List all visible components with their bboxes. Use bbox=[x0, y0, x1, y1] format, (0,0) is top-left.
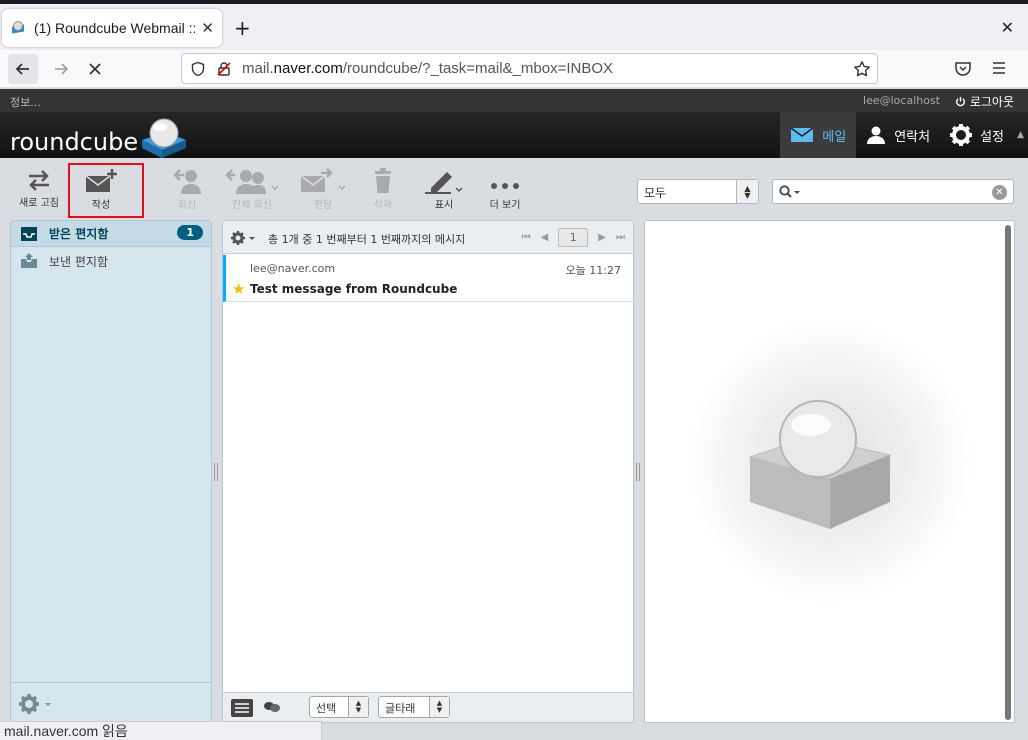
logout-button[interactable]: 로그아웃 bbox=[955, 93, 1014, 110]
next-page-icon[interactable]: ▶ bbox=[598, 232, 606, 243]
forward-arrow-icon bbox=[55, 63, 69, 75]
thread-menu[interactable]: 글타래 ▲ ▼ bbox=[378, 696, 450, 718]
header-collapse-icon[interactable]: ▲ bbox=[1017, 130, 1024, 140]
search-clear-icon[interactable]: ✕ bbox=[992, 185, 1007, 200]
forward-button[interactable] bbox=[46, 54, 76, 84]
message-subject: Test message from Roundcube bbox=[250, 282, 458, 296]
task-mail-button[interactable]: 메일 bbox=[780, 112, 857, 158]
delete-button[interactable]: 삭제 bbox=[366, 168, 400, 211]
forward-mail-button[interactable]: 전달 bbox=[298, 168, 348, 211]
browser-status-bar: mail.naver.com 읽음 bbox=[0, 721, 322, 740]
message-from: lee@naver.com bbox=[250, 262, 336, 275]
roundcube-favicon-icon bbox=[12, 21, 24, 34]
back-arrow-icon bbox=[15, 63, 29, 75]
thread-view-icon[interactable] bbox=[263, 700, 281, 717]
page-number-input[interactable]: 1 bbox=[558, 228, 589, 247]
list-splitter[interactable] bbox=[636, 463, 640, 481]
settings-icon bbox=[950, 124, 973, 146]
select-arrows-icon: ▲ ▼ bbox=[429, 697, 449, 717]
list-view-icon[interactable] bbox=[231, 699, 253, 720]
compose-highlight-box bbox=[68, 163, 144, 218]
folder-panel: 받은 편지함 1 보낸 편지함 bbox=[10, 220, 212, 723]
username: lee@localhost bbox=[863, 94, 940, 107]
reply-button[interactable]: 회신 bbox=[164, 168, 210, 211]
select-arrows-icon: ▲ ▼ bbox=[348, 697, 368, 717]
task-navigation: 메일 연락처 설정 bbox=[780, 112, 1014, 158]
folder-splitter[interactable] bbox=[214, 463, 218, 481]
pager: ⏮ ◀ 1 ▶ ⏭ bbox=[522, 228, 625, 247]
unread-count-badge: 1 bbox=[177, 225, 203, 240]
folder-sent[interactable]: 보낸 편지함 bbox=[11, 248, 211, 274]
message-list-header: 총 1개 중 1 번째부터 1 번째까지의 메시지 ⏮ ◀ 1 ▶ ⏭ bbox=[223, 221, 633, 254]
folder-inbox[interactable]: 받은 편지함 1 bbox=[11, 221, 211, 247]
tab-close-icon[interactable]: ✕ bbox=[201, 19, 214, 37]
mail-icon bbox=[790, 127, 814, 142]
stop-button[interactable] bbox=[80, 54, 110, 84]
last-page-icon[interactable]: ⏭ bbox=[616, 232, 625, 243]
browser-tab[interactable]: (1) Roundcube Webmail :: 받은 편지함 ✕ bbox=[2, 9, 222, 47]
trash-icon bbox=[375, 168, 391, 193]
more-button[interactable]: 더 보기 bbox=[482, 168, 528, 211]
window-close-icon[interactable]: ✕ bbox=[1001, 18, 1014, 37]
url-text: mail.naver.com/roundcube/?_task=mail&_mb… bbox=[242, 60, 614, 77]
tracking-shield-icon[interactable] bbox=[190, 61, 206, 77]
inbox-icon bbox=[19, 225, 39, 243]
roundcube-logo[interactable]: roundcube bbox=[10, 114, 188, 160]
more-dots-icon bbox=[491, 183, 519, 189]
refresh-button[interactable]: 새로 고침 bbox=[14, 168, 64, 209]
contacts-icon bbox=[867, 126, 886, 144]
search-input[interactable]: ✕ bbox=[772, 179, 1014, 204]
list-options-gear-icon[interactable] bbox=[231, 231, 257, 245]
select-menu[interactable]: 선택 ▲ ▼ bbox=[309, 696, 369, 718]
select-arrows-icon: ▲ ▼ bbox=[736, 180, 758, 203]
task-contacts-button[interactable]: 연락처 bbox=[856, 112, 940, 158]
preview-scrollbar[interactable] bbox=[1005, 225, 1011, 720]
folder-actions-gear-icon[interactable] bbox=[19, 693, 55, 715]
power-icon bbox=[955, 96, 965, 107]
pocket-icon[interactable] bbox=[954, 59, 972, 80]
message-date: 오늘 11:27 bbox=[565, 264, 621, 277]
message-row[interactable]: lee@naver.com 오늘 11:27 ★ Test message fr… bbox=[223, 255, 633, 302]
message-list-panel: 총 1개 중 1 번째부터 1 번째까지의 메시지 ⏮ ◀ 1 ▶ ⏭ lee@… bbox=[222, 220, 634, 723]
folder-footer bbox=[11, 682, 211, 722]
roundcube-logo-icon bbox=[142, 118, 187, 158]
bookmark-star-icon[interactable] bbox=[853, 60, 871, 81]
prev-page-icon[interactable]: ◀ bbox=[541, 232, 549, 243]
url-bar[interactable]: mail.naver.com/roundcube/?_task=mail&_mb… bbox=[181, 53, 878, 84]
stop-x-icon bbox=[89, 63, 101, 75]
reply-all-button[interactable]: 전체 회신 bbox=[222, 168, 282, 211]
message-list-footer: 선택 ▲ ▼ 글타래 ▲ ▼ bbox=[223, 692, 633, 722]
preview-pane bbox=[644, 220, 1015, 723]
first-page-icon[interactable]: ⏮ bbox=[522, 232, 531, 243]
roundcube-topline: 정보... lee@localhost 로그아웃 bbox=[0, 89, 1028, 112]
reply-all-icon bbox=[225, 169, 279, 194]
browser-navbar: mail.naver.com/roundcube/?_task=mail&_mb… bbox=[0, 50, 1028, 88]
sent-icon bbox=[19, 252, 39, 270]
filter-select[interactable]: 모두 ▲ ▼ bbox=[637, 179, 759, 204]
mark-button[interactable]: 표시 bbox=[422, 168, 466, 211]
new-tab-icon[interactable]: + bbox=[234, 18, 251, 38]
refresh-arrows-icon bbox=[29, 170, 49, 191]
back-button[interactable] bbox=[8, 54, 38, 84]
mark-pen-icon bbox=[425, 172, 463, 194]
insecure-lock-icon[interactable] bbox=[216, 61, 232, 77]
browser-tabbar: (1) Roundcube Webmail :: 받은 편지함 ✕ + ✕ bbox=[0, 0, 1028, 50]
roundcube-header: roundcube 메일 연락처 설정 ▲ bbox=[0, 112, 1028, 158]
roundcube-watermark-icon bbox=[748, 400, 892, 529]
about-link[interactable]: 정보... bbox=[10, 94, 41, 110]
task-settings-button[interactable]: 설정 bbox=[940, 112, 1014, 158]
forward-mail-icon bbox=[300, 168, 346, 192]
search-options-icon[interactable] bbox=[779, 185, 801, 199]
hamburger-menu-icon[interactable] bbox=[990, 59, 1008, 80]
flag-star-icon[interactable]: ★ bbox=[232, 280, 245, 298]
tab-title: (1) Roundcube Webmail :: 받은 편지함 bbox=[34, 20, 195, 36]
reply-icon bbox=[173, 169, 201, 194]
message-count-text: 총 1개 중 1 번째부터 1 번째까지의 메시지 bbox=[268, 233, 466, 246]
